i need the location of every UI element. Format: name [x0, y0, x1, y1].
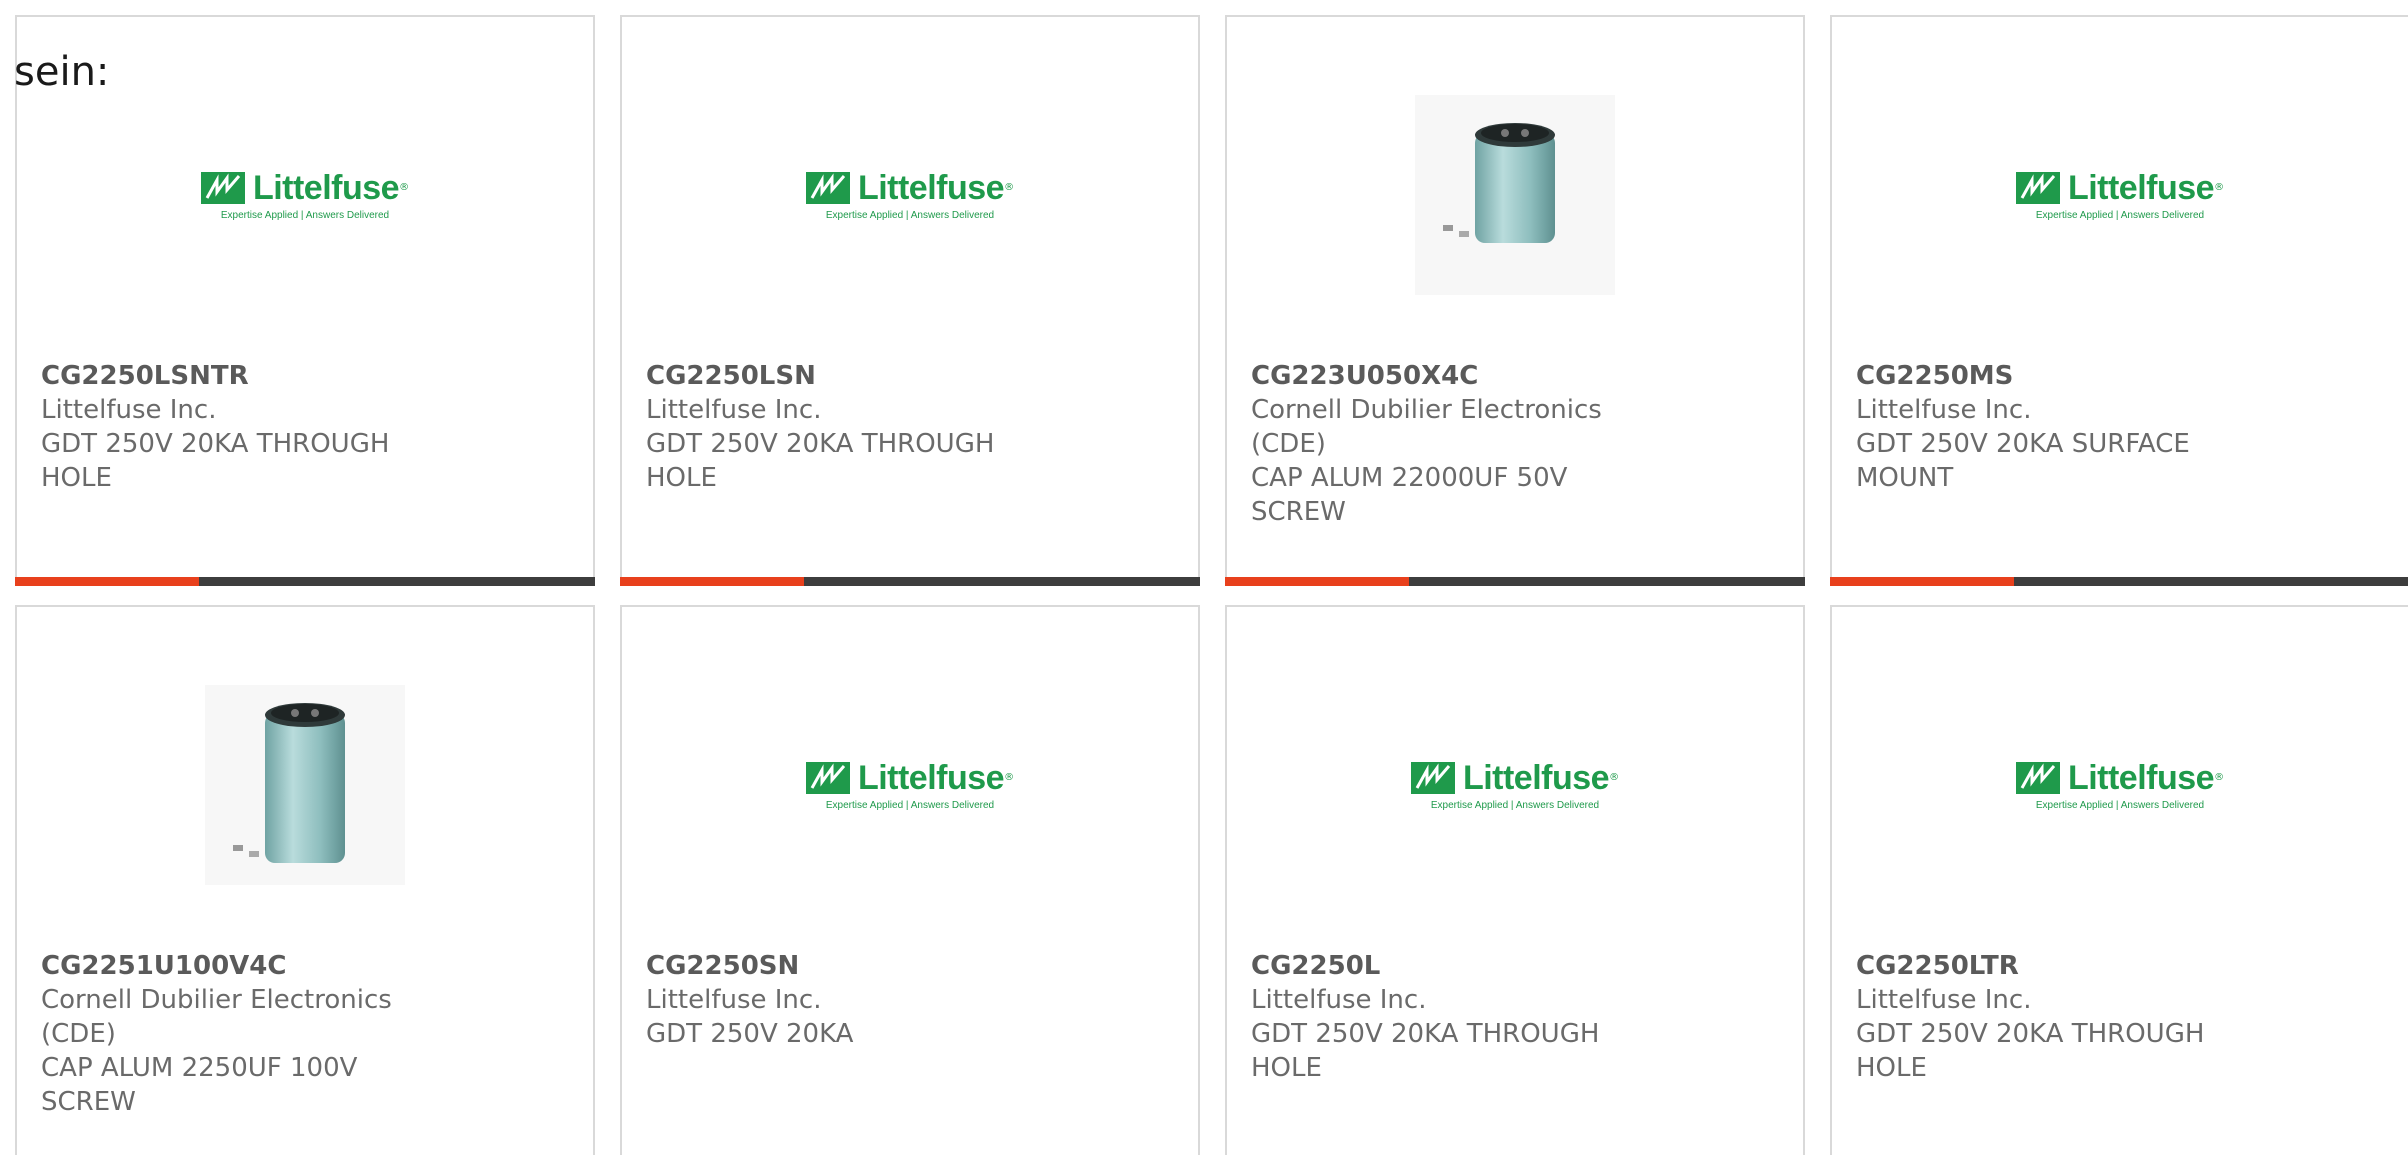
manufacturer: Littelfuse Inc.	[646, 985, 822, 1015]
card-accent-bar	[1225, 577, 1409, 586]
card-bottom-bar	[15, 577, 595, 586]
littelfuse-logo[interactable]: Littelfuse ® Expertise Applied | Answers D…	[200, 92, 410, 298]
part-number[interactable]: CG2250L	[1251, 949, 1779, 983]
product-info: CG2250LTR Littelfuse Inc. GDT 250V 20KA TH…	[1856, 949, 2384, 1085]
product-info: CG2251U100V4C Cornell Dubilier Electronic…	[41, 949, 569, 1119]
littelfuse-mark-icon	[2015, 171, 2060, 204]
manufacturer: Cornell Dubilier Electronics (CDE)	[41, 985, 392, 1049]
logo-wordmark: Littelfuse	[857, 168, 1005, 207]
part-number[interactable]: CG223U050X4C	[1251, 359, 1779, 393]
description: GDT 250V 20KA	[646, 1019, 854, 1049]
logo-wordmark: Littelfuse	[252, 168, 400, 207]
littelfuse-logo[interactable]: Littelfuse ® Expertise Applied | Answers D…	[1410, 682, 1620, 888]
product-info: CG2250LSN Littelfuse Inc. GDT 250V 20KA TH…	[646, 359, 1174, 495]
logo-tagline: Expertise Applied | Answers Delivered	[825, 799, 995, 811]
part-number[interactable]: CG2250SN	[646, 949, 1174, 983]
littelfuse-logo[interactable]: Littelfuse ® Expertise Applied | Answers D…	[2015, 682, 2225, 888]
part-number[interactable]: CG2250LSNTR	[41, 359, 569, 393]
logo-tagline: Expertise Applied | Answers Delivered	[2035, 799, 2205, 811]
logo-wordmark: Littelfuse	[857, 758, 1005, 797]
product-card[interactable]: CG223U050X4C Cornell Dubilier Electronics…	[1225, 15, 1805, 586]
logo-wordmark: Littelfuse	[2067, 758, 2215, 797]
manufacturer: Littelfuse Inc.	[41, 395, 217, 425]
manufacturer: Littelfuse Inc.	[1856, 985, 2032, 1015]
product-grid: Littelfuse ® Expertise Applied | Answers D…	[15, 15, 2408, 1155]
card-bottom-bar	[620, 577, 1200, 586]
description: GDT 250V 20KA THROUGH HOLE	[41, 429, 390, 493]
registered-icon: ®	[2214, 772, 2225, 783]
description: GDT 250V 20KA THROUGH HOLE	[1856, 1019, 2205, 1083]
product-image-capacitor[interactable]	[1412, 92, 1618, 298]
description: GDT 250V 20KA SURFACE MOUNT	[1856, 429, 2190, 493]
product-grid-page: sein: Littelfuse ® Expertise Applied | Ans…	[0, 0, 2408, 1155]
product-info: CG223U050X4C Cornell Dubilier Electronics…	[1251, 359, 1779, 529]
product-info: CG2250L Littelfuse Inc. GDT 250V 20KA THRO…	[1251, 949, 1779, 1085]
manufacturer: Littelfuse Inc.	[1251, 985, 1427, 1015]
registered-icon: ®	[2214, 182, 2225, 193]
registered-icon: ®	[1004, 772, 1015, 783]
logo-tagline: Expertise Applied | Answers Delivered	[220, 209, 390, 221]
card-accent-bar	[15, 577, 199, 586]
product-card[interactable]: Littelfuse ® Expertise Applied | Answers D…	[15, 15, 595, 586]
description: CAP ALUM 22000UF 50V SCREW	[1251, 463, 1568, 527]
part-number[interactable]: CG2250MS	[1856, 359, 2384, 393]
capacitor-image	[205, 685, 405, 885]
registered-icon: ®	[399, 182, 410, 193]
card-accent-bar	[620, 577, 804, 586]
littelfuse-mark-icon	[1410, 761, 1455, 794]
card-bottom-bar	[1225, 577, 1805, 586]
littelfuse-logo[interactable]: Littelfuse ® Expertise Applied | Answers D…	[805, 682, 1015, 888]
littelfuse-mark-icon	[2015, 761, 2060, 794]
product-card[interactable]: Littelfuse ® Expertise Applied | Answers D…	[1830, 15, 2408, 586]
description: CAP ALUM 2250UF 100V SCREW	[41, 1053, 358, 1117]
product-card[interactable]: CG2251U100V4C Cornell Dubilier Electronic…	[15, 605, 595, 1155]
littelfuse-mark-icon	[200, 171, 245, 204]
product-info: CG2250LSNTR Littelfuse Inc. GDT 250V 20KA …	[41, 359, 569, 495]
product-card[interactable]: Littelfuse ® Expertise Applied | Answers D…	[1225, 605, 1805, 1155]
registered-icon: ®	[1004, 182, 1015, 193]
logo-tagline: Expertise Applied | Answers Delivered	[2035, 209, 2205, 221]
registered-icon: ®	[1609, 772, 1620, 783]
littelfuse-logo[interactable]: Littelfuse ® Expertise Applied | Answers D…	[2015, 92, 2225, 298]
product-card[interactable]: Littelfuse ® Expertise Applied | Answers D…	[620, 15, 1200, 586]
manufacturer: Cornell Dubilier Electronics (CDE)	[1251, 395, 1602, 459]
product-image-capacitor[interactable]	[202, 682, 408, 888]
product-card[interactable]: Littelfuse ® Expertise Applied | Answers D…	[620, 605, 1200, 1155]
manufacturer: Littelfuse Inc.	[646, 395, 822, 425]
product-info: CG2250MS Littelfuse Inc. GDT 250V 20KA SUR…	[1856, 359, 2384, 495]
part-number[interactable]: CG2250LSN	[646, 359, 1174, 393]
littelfuse-mark-icon	[805, 171, 850, 204]
part-number[interactable]: CG2251U100V4C	[41, 949, 569, 983]
product-card[interactable]: Littelfuse ® Expertise Applied | Answers D…	[1830, 605, 2408, 1155]
product-info: CG2250SN Littelfuse Inc. GDT 250V 20KA	[646, 949, 1174, 1051]
logo-wordmark: Littelfuse	[1462, 758, 1610, 797]
description: GDT 250V 20KA THROUGH HOLE	[1251, 1019, 1600, 1083]
capacitor-image	[1415, 95, 1615, 295]
littelfuse-logo[interactable]: Littelfuse ® Expertise Applied | Answers D…	[805, 92, 1015, 298]
logo-tagline: Expertise Applied | Answers Delivered	[1430, 799, 1600, 811]
description: GDT 250V 20KA THROUGH HOLE	[646, 429, 995, 493]
logo-tagline: Expertise Applied | Answers Delivered	[825, 209, 995, 221]
littelfuse-mark-icon	[805, 761, 850, 794]
logo-wordmark: Littelfuse	[2067, 168, 2215, 207]
manufacturer: Littelfuse Inc.	[1856, 395, 2032, 425]
card-accent-bar	[1830, 577, 2014, 586]
part-number[interactable]: CG2250LTR	[1856, 949, 2384, 983]
card-bottom-bar	[1830, 577, 2408, 586]
intro-text: sein:	[14, 49, 110, 95]
